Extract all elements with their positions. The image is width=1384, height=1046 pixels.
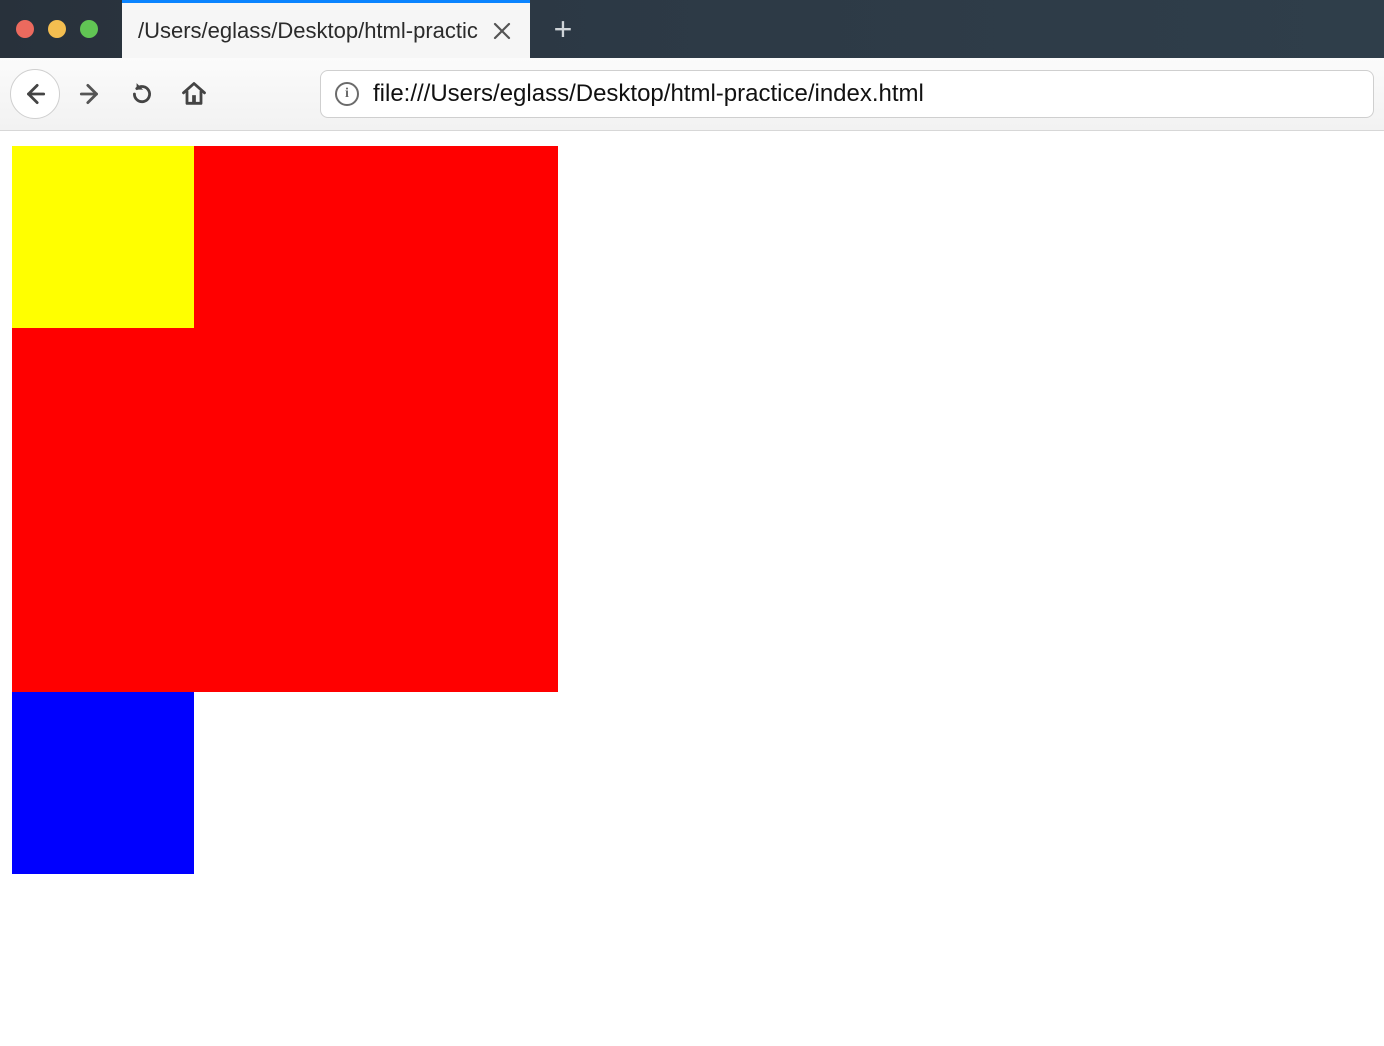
new-tab-button[interactable]: + [554, 13, 573, 45]
window-maximize-button[interactable] [80, 20, 98, 38]
page-viewport [0, 131, 1384, 1046]
reload-button[interactable] [120, 72, 164, 116]
browser-tab-active[interactable]: /Users/eglass/Desktop/html-practic [122, 0, 530, 58]
url-text: file:///Users/eglass/Desktop/html-practi… [373, 80, 924, 108]
blue-square [12, 692, 194, 874]
url-bar[interactable]: i file:///Users/eglass/Desktop/html-prac… [320, 70, 1374, 118]
home-button[interactable] [172, 72, 216, 116]
page-content [12, 146, 558, 874]
window-controls [16, 0, 98, 58]
tab-title: /Users/eglass/Desktop/html-practic [138, 18, 478, 44]
window-titlebar: /Users/eglass/Desktop/html-practic + [0, 0, 1384, 58]
back-button[interactable] [10, 69, 60, 119]
window-minimize-button[interactable] [48, 20, 66, 38]
new-tab-area: + [530, 0, 596, 58]
red-square [12, 146, 558, 692]
forward-button[interactable] [68, 72, 112, 116]
yellow-square [12, 146, 194, 328]
tab-close-icon[interactable] [490, 19, 514, 43]
window-close-button[interactable] [16, 20, 34, 38]
browser-toolbar: i file:///Users/eglass/Desktop/html-prac… [0, 58, 1384, 131]
site-info-icon[interactable]: i [335, 82, 359, 106]
